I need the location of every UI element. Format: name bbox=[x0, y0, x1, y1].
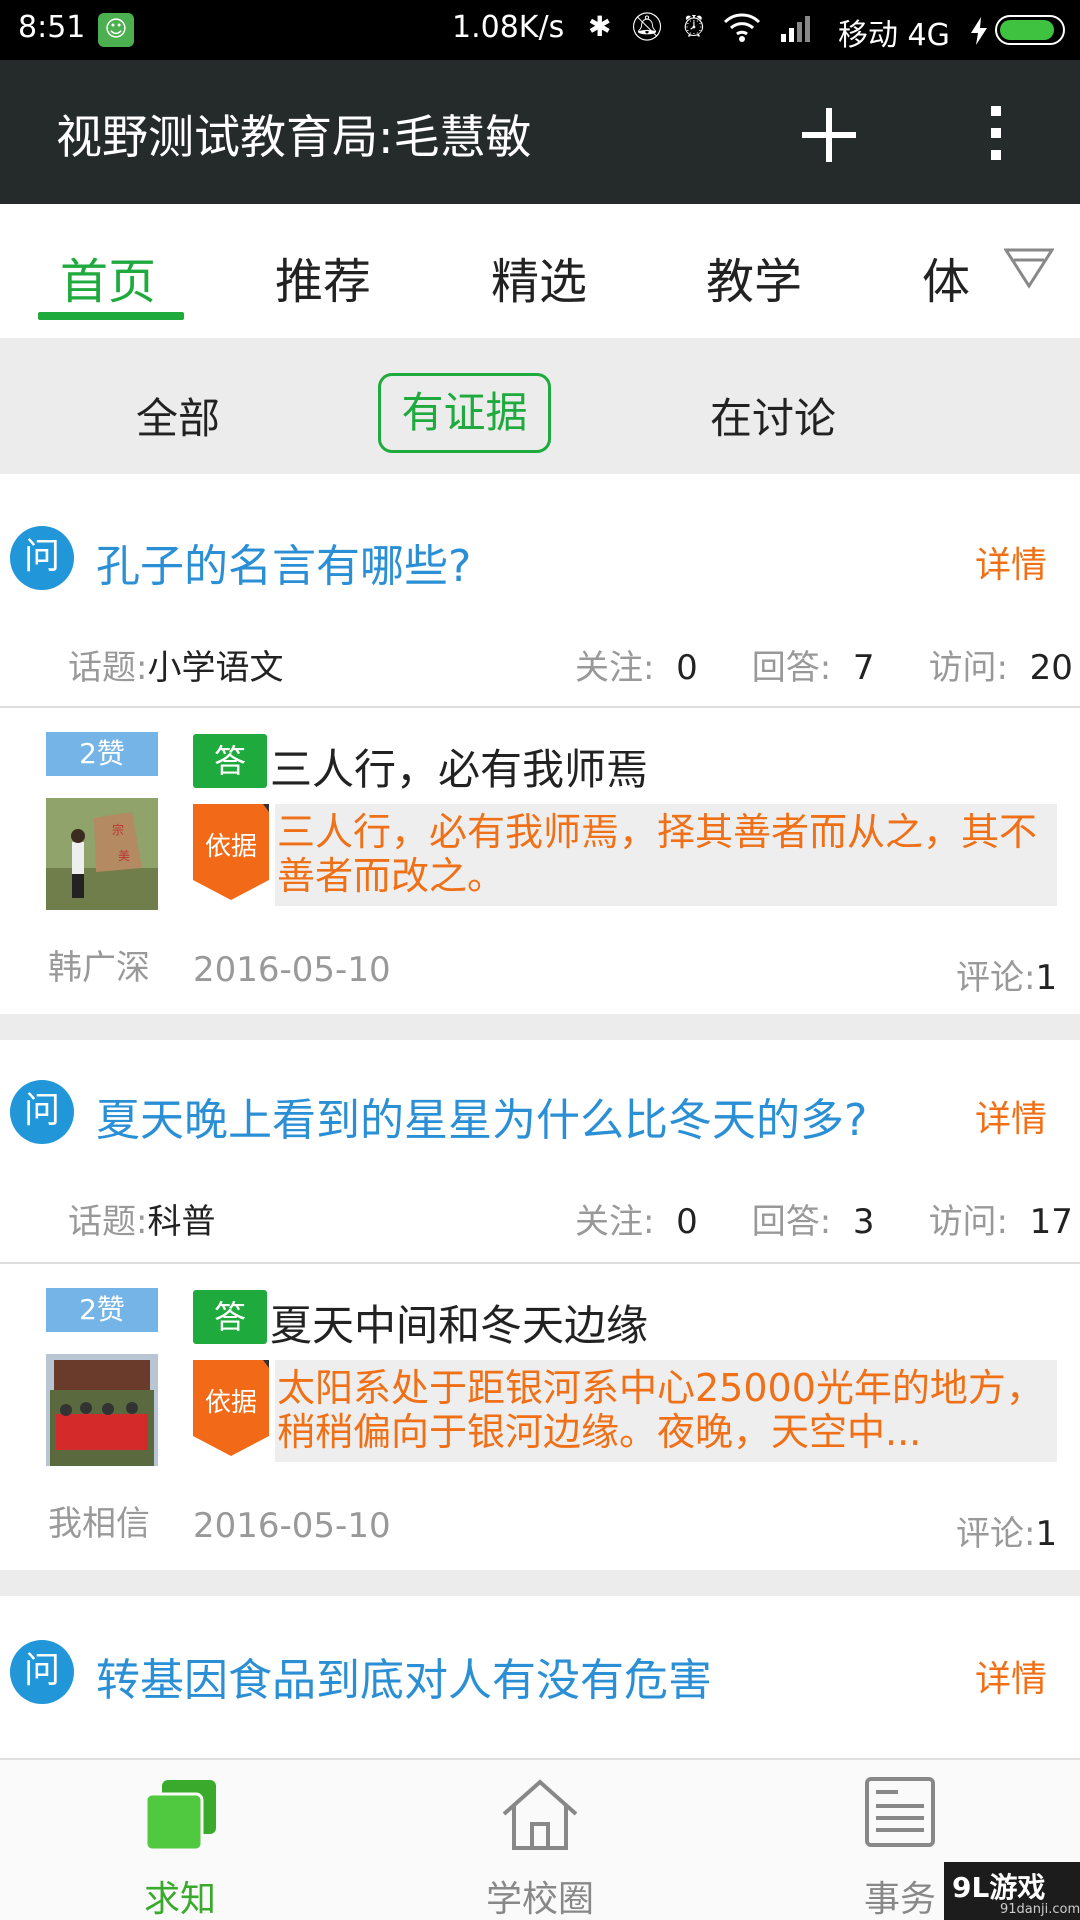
status-bar: 8:51 ☺ 1.08K/s ✱ 🔕︎ ⏰︎ 移动 4G bbox=[0, 0, 1080, 60]
nav-school-circle[interactable]: 学校圈 bbox=[440, 1760, 640, 1920]
active-tab-indicator bbox=[38, 312, 184, 320]
bottom-nav: 求知 学校圈 事务 bbox=[0, 1758, 1080, 1920]
evidence-tag: 依据 bbox=[193, 804, 269, 900]
question-topic: 话题:小学语文 bbox=[68, 648, 284, 688]
question-stats: 关注: 0 回答: 3 访问: 17 bbox=[575, 1202, 1073, 1242]
avatar[interactable]: 宗 美 bbox=[46, 798, 158, 910]
question-card: 问 孔子的名言有哪些? 详情 话题:小学语文 关注: 0 回答: 7 访问: 2… bbox=[0, 474, 1080, 1014]
answer-date: 2016-05-10 bbox=[193, 950, 391, 990]
tab-recommend[interactable]: 推荐 bbox=[275, 242, 371, 312]
battery-icon bbox=[995, 15, 1065, 45]
evidence-box[interactable]: 太阳系处于距银河系中心25000光年的地方，稍稍偏向于银河边缘。夜晚，天空中..… bbox=[275, 1360, 1057, 1462]
question-badge: 问 bbox=[10, 1640, 74, 1704]
question-card: 问 夏天晚上看到的星星为什么比冬天的多? 详情 话题:科普 关注: 0 回答: … bbox=[0, 1040, 1080, 1570]
site-watermark: 9L游戏 91danji.com bbox=[944, 1862, 1080, 1920]
evidence-box[interactable]: 三人行，必有我师焉，择其善者而从之，其不善者而改之。 bbox=[275, 804, 1057, 906]
answer-date: 2016-05-10 bbox=[193, 1506, 391, 1546]
card-separator bbox=[0, 1014, 1080, 1040]
wifi-icon bbox=[723, 13, 760, 42]
evidence-text: 三人行，必有我师焉，择其善者而从之，其不善者而改之。 bbox=[277, 810, 1038, 898]
svg-text:美: 美 bbox=[118, 849, 130, 863]
question-stats: 关注: 0 回答: 7 访问: 20 bbox=[575, 648, 1073, 688]
knowledge-cards-icon bbox=[144, 1780, 216, 1852]
answer-author[interactable]: 韩广深 bbox=[48, 940, 150, 989]
divider bbox=[0, 706, 1080, 708]
evidence-tag: 依据 bbox=[193, 1360, 269, 1456]
status-time: 8:51 bbox=[18, 10, 86, 45]
nav-label: 学校圈 bbox=[485, 1879, 594, 1920]
add-button[interactable] bbox=[794, 100, 864, 170]
question-badge: 问 bbox=[10, 526, 74, 590]
filter-discussing[interactable]: 在讨论 bbox=[710, 385, 836, 446]
answer-title[interactable]: 三人行，必有我师焉 bbox=[270, 736, 648, 797]
question-topic: 话题:科普 bbox=[68, 1202, 216, 1242]
home-icon bbox=[502, 1779, 578, 1850]
comment-count[interactable]: 评论:1 bbox=[956, 1506, 1057, 1555]
evidence-text: 太阳系处于距银河系中心25000光年的地方，稍稍偏向于银河边缘。夜晚，天空中..… bbox=[277, 1366, 1044, 1454]
likes-badge: 2赞 bbox=[46, 732, 158, 776]
charging-icon bbox=[971, 17, 987, 45]
question-title[interactable]: 孔子的名言有哪些? bbox=[96, 530, 471, 594]
filter-bar: 全部 有证据 在讨论 bbox=[0, 338, 1080, 474]
tab-partial[interactable]: 体 bbox=[922, 242, 970, 312]
app-title: 视野测试教育局:毛慧敏 bbox=[56, 110, 532, 164]
filter-all[interactable]: 全部 bbox=[136, 385, 220, 446]
silent-icon: 🔕︎ bbox=[629, 10, 666, 43]
android-notification-icon: ☺ bbox=[98, 13, 134, 47]
more-options-icon[interactable] bbox=[980, 98, 1010, 168]
document-icon bbox=[865, 1777, 935, 1847]
carrier-label: 移动 4G bbox=[838, 18, 950, 53]
filter-with-evidence[interactable]: 有证据 bbox=[378, 373, 551, 453]
alarm-icon: ⏰︎ bbox=[683, 10, 705, 43]
answer-title[interactable]: 夏天中间和冬天边缘 bbox=[270, 1292, 648, 1353]
comment-count[interactable]: 评论:1 bbox=[956, 950, 1057, 999]
avatar[interactable] bbox=[46, 1354, 158, 1466]
answer-tag: 答 bbox=[193, 734, 267, 788]
answer-author[interactable]: 我相信 bbox=[48, 1496, 150, 1545]
app-bar: 视野测试教育局:毛慧敏 bbox=[0, 60, 1080, 204]
nav-label: 求知 bbox=[143, 1879, 216, 1920]
divider bbox=[0, 1262, 1080, 1264]
detail-link[interactable]: 详情 bbox=[975, 1090, 1047, 1142]
question-title[interactable]: 转基因食品到底对人有没有危害 bbox=[96, 1644, 712, 1708]
tab-teaching[interactable]: 教学 bbox=[706, 242, 802, 312]
chevron-down-icon[interactable] bbox=[1004, 246, 1054, 292]
tab-featured[interactable]: 精选 bbox=[491, 242, 587, 312]
detail-link[interactable]: 详情 bbox=[975, 536, 1047, 588]
question-badge: 问 bbox=[10, 1080, 74, 1144]
question-card: 问 转基因食品到底对人有没有危害 详情 bbox=[0, 1596, 1080, 1758]
nav-qiuzhi[interactable]: 求知 bbox=[80, 1760, 280, 1920]
answer-tag: 答 bbox=[193, 1290, 267, 1344]
bluetooth-icon: ✱ bbox=[588, 10, 612, 43]
tab-home[interactable]: 首页 bbox=[60, 242, 156, 312]
channel-tabs: 首页 推荐 精选 教学 体 bbox=[0, 204, 1080, 338]
question-title[interactable]: 夏天晚上看到的星星为什么比冬天的多? bbox=[96, 1084, 867, 1148]
detail-link[interactable]: 详情 bbox=[975, 1650, 1047, 1702]
signal-icon bbox=[780, 16, 810, 42]
likes-badge: 2赞 bbox=[46, 1288, 158, 1332]
card-separator bbox=[0, 1570, 1080, 1596]
svg-text:宗: 宗 bbox=[112, 822, 124, 837]
network-speed: 1.08K/s bbox=[452, 10, 565, 45]
